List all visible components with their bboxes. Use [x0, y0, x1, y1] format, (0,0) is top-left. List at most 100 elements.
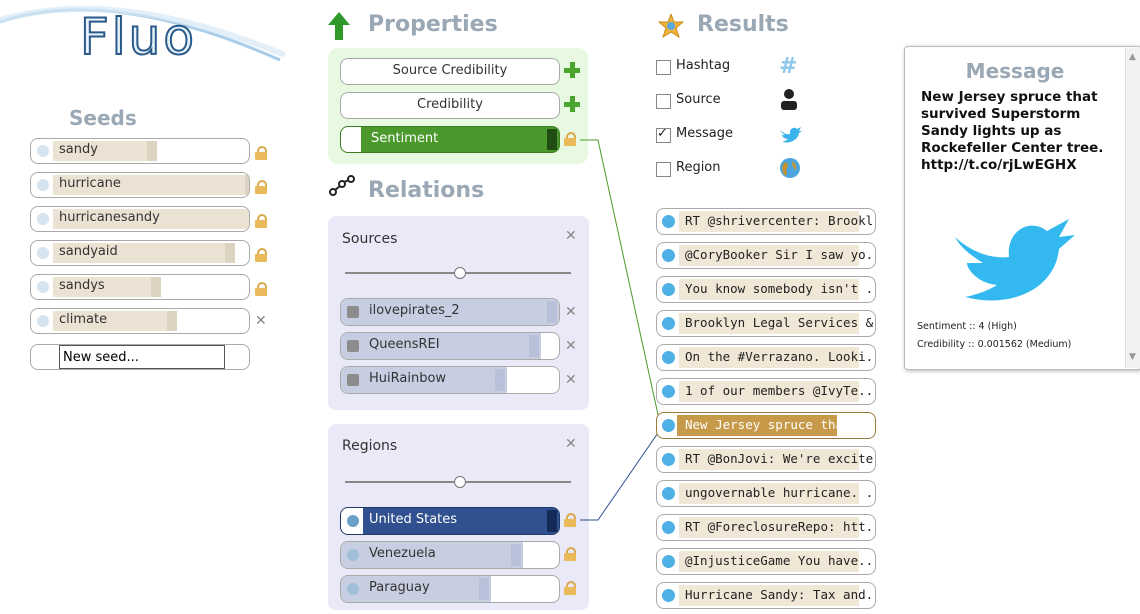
source-item[interactable]: HuiRainbow: [340, 366, 560, 394]
result-item[interactable]: Brooklyn Legal Services &...: [656, 310, 876, 337]
globe-icon: [347, 515, 359, 527]
result-text: Brooklyn Legal Services &...: [685, 315, 876, 330]
scroll-down-icon[interactable]: ▼: [1129, 352, 1136, 362]
close-sources-icon[interactable]: ✕: [565, 228, 577, 244]
user-icon: [347, 306, 359, 318]
source-item[interactable]: QueensREI: [340, 332, 560, 360]
source-label: HuiRainbow: [369, 371, 447, 386]
result-item[interactable]: RT @shrivercenter: Brookl...: [656, 208, 876, 235]
result-item[interactable]: RT @ForeclosureRepo: htt...: [656, 514, 876, 541]
hashtag-checkbox[interactable]: [656, 60, 671, 75]
regions-slider-handle[interactable]: [454, 476, 466, 488]
seed-label: sandy: [59, 142, 98, 157]
result-text: Hurricane Sandy: Tax and...: [685, 587, 876, 602]
region-label: Venezuela: [369, 546, 436, 561]
message-checkbox[interactable]: ✓: [656, 126, 671, 143]
new-seed-input[interactable]: [59, 345, 225, 369]
result-item[interactable]: On the #Verrazano. Looki...: [656, 344, 876, 371]
seed-item[interactable]: sandy: [30, 138, 250, 164]
seed-item[interactable]: sandyaid: [30, 240, 250, 266]
seed-icon: [37, 247, 49, 259]
seed-item[interactable]: sandys: [30, 274, 250, 300]
twitter-bird-icon: [662, 589, 675, 602]
remove-source-close-icon[interactable]: ✕: [565, 338, 577, 354]
lock-icon[interactable]: [255, 146, 267, 160]
result-item[interactable]: You know somebody isn't ...: [656, 276, 876, 303]
scroll-up-icon[interactable]: ▲: [1129, 52, 1136, 62]
result-item[interactable]: ungovernable hurricane. ...: [656, 480, 876, 507]
property-source-credibility[interactable]: Source Credibility: [340, 58, 560, 85]
property-sentiment[interactable]: Sentiment: [340, 126, 560, 153]
lock-icon[interactable]: [564, 132, 576, 146]
result-item[interactable]: @CoryBooker Sir I saw yo...: [656, 242, 876, 269]
seeds-title: Seeds: [69, 106, 137, 130]
hashtag-label: Hashtag: [676, 58, 731, 73]
seed-icon: [37, 145, 49, 157]
property-credibility[interactable]: Credibility: [340, 92, 560, 119]
twitter-bird-icon: [662, 283, 675, 296]
lock-icon[interactable]: [255, 282, 267, 296]
lock-icon[interactable]: [255, 180, 267, 194]
result-text: ungovernable hurricane. ...: [685, 485, 876, 500]
source-checkbox[interactable]: [656, 94, 671, 109]
lock-icon[interactable]: [564, 513, 576, 527]
seed-label: climate: [59, 312, 108, 327]
twitter-bird-icon: [662, 555, 675, 568]
result-text: New Jersey spruce that su...: [685, 417, 876, 432]
app-logo: Fluo: [79, 7, 197, 67]
twitter-bird-icon: [662, 215, 675, 228]
lock-icon[interactable]: [255, 248, 267, 262]
result-text: 1 of our members @IvyTe...: [685, 383, 876, 398]
message-scrollbar[interactable]: ▲ ▼: [1125, 48, 1140, 368]
region-item[interactable]: Paraguay: [340, 575, 560, 603]
message-sentiment: Sentiment :: 4 (High): [917, 321, 1017, 332]
source-label: Source: [676, 92, 721, 107]
property-label: Sentiment: [371, 131, 439, 146]
regions-title: Regions: [342, 438, 398, 454]
star-icon: [658, 14, 684, 38]
add-plus-icon[interactable]: [564, 96, 580, 112]
region-item-selected[interactable]: United States: [340, 507, 560, 535]
result-item[interactable]: Hurricane Sandy: Tax and...: [656, 582, 876, 609]
seed-item[interactable]: hurricane: [30, 172, 250, 198]
close-regions-icon[interactable]: ✕: [565, 436, 577, 452]
region-checkbox[interactable]: [656, 162, 671, 177]
twitter-bird-icon: [662, 487, 675, 500]
message-panel: Message New Jersey spruce that survived …: [904, 46, 1140, 370]
message-label: Message: [676, 126, 733, 141]
result-text: RT @ForeclosureRepo: htt...: [685, 519, 876, 534]
seed-item[interactable]: climate: [30, 308, 250, 334]
result-text: You know somebody isn't ...: [685, 281, 876, 296]
result-item[interactable]: RT @BonJovi: We're excite...: [656, 446, 876, 473]
lock-icon[interactable]: [564, 547, 576, 561]
user-icon: [781, 89, 797, 110]
message-body: New Jersey spruce that survived Supersto…: [921, 89, 1104, 173]
result-item[interactable]: @InjusticeGame You have...: [656, 548, 876, 575]
result-item-selected[interactable]: New Jersey spruce that su...: [656, 412, 876, 439]
remove-seed-close-icon[interactable]: ✕: [255, 313, 267, 329]
seed-icon: [37, 315, 49, 327]
lock-icon[interactable]: [255, 214, 267, 228]
region-item[interactable]: Venezuela: [340, 541, 560, 569]
source-item[interactable]: ilovepirates_2: [340, 298, 560, 326]
result-text: On the #Verrazano. Looki...: [685, 349, 876, 364]
add-plus-icon[interactable]: [564, 62, 580, 78]
seed-icon: [37, 179, 49, 191]
source-label: ilovepirates_2: [369, 303, 460, 318]
twitter-bird-icon: [662, 453, 675, 466]
result-text: RT @BonJovi: We're excite...: [685, 451, 876, 466]
sources-title: Sources: [342, 231, 398, 247]
result-text: @InjusticeGame You have...: [685, 553, 876, 568]
lock-icon[interactable]: [564, 581, 576, 595]
twitter-bird-icon: [955, 219, 1075, 301]
sources-slider-handle[interactable]: [454, 267, 466, 279]
source-label: QueensREI: [369, 337, 440, 352]
seed-icon: [37, 281, 49, 293]
user-icon: [347, 374, 359, 386]
remove-source-close-icon[interactable]: ✕: [565, 304, 577, 320]
remove-source-close-icon[interactable]: ✕: [565, 372, 577, 388]
result-text: RT @shrivercenter: Brookl...: [685, 213, 876, 228]
result-item[interactable]: 1 of our members @IvyTe...: [656, 378, 876, 405]
seed-item[interactable]: hurricanesandy: [30, 206, 250, 232]
twitter-bird-icon: [662, 351, 675, 364]
